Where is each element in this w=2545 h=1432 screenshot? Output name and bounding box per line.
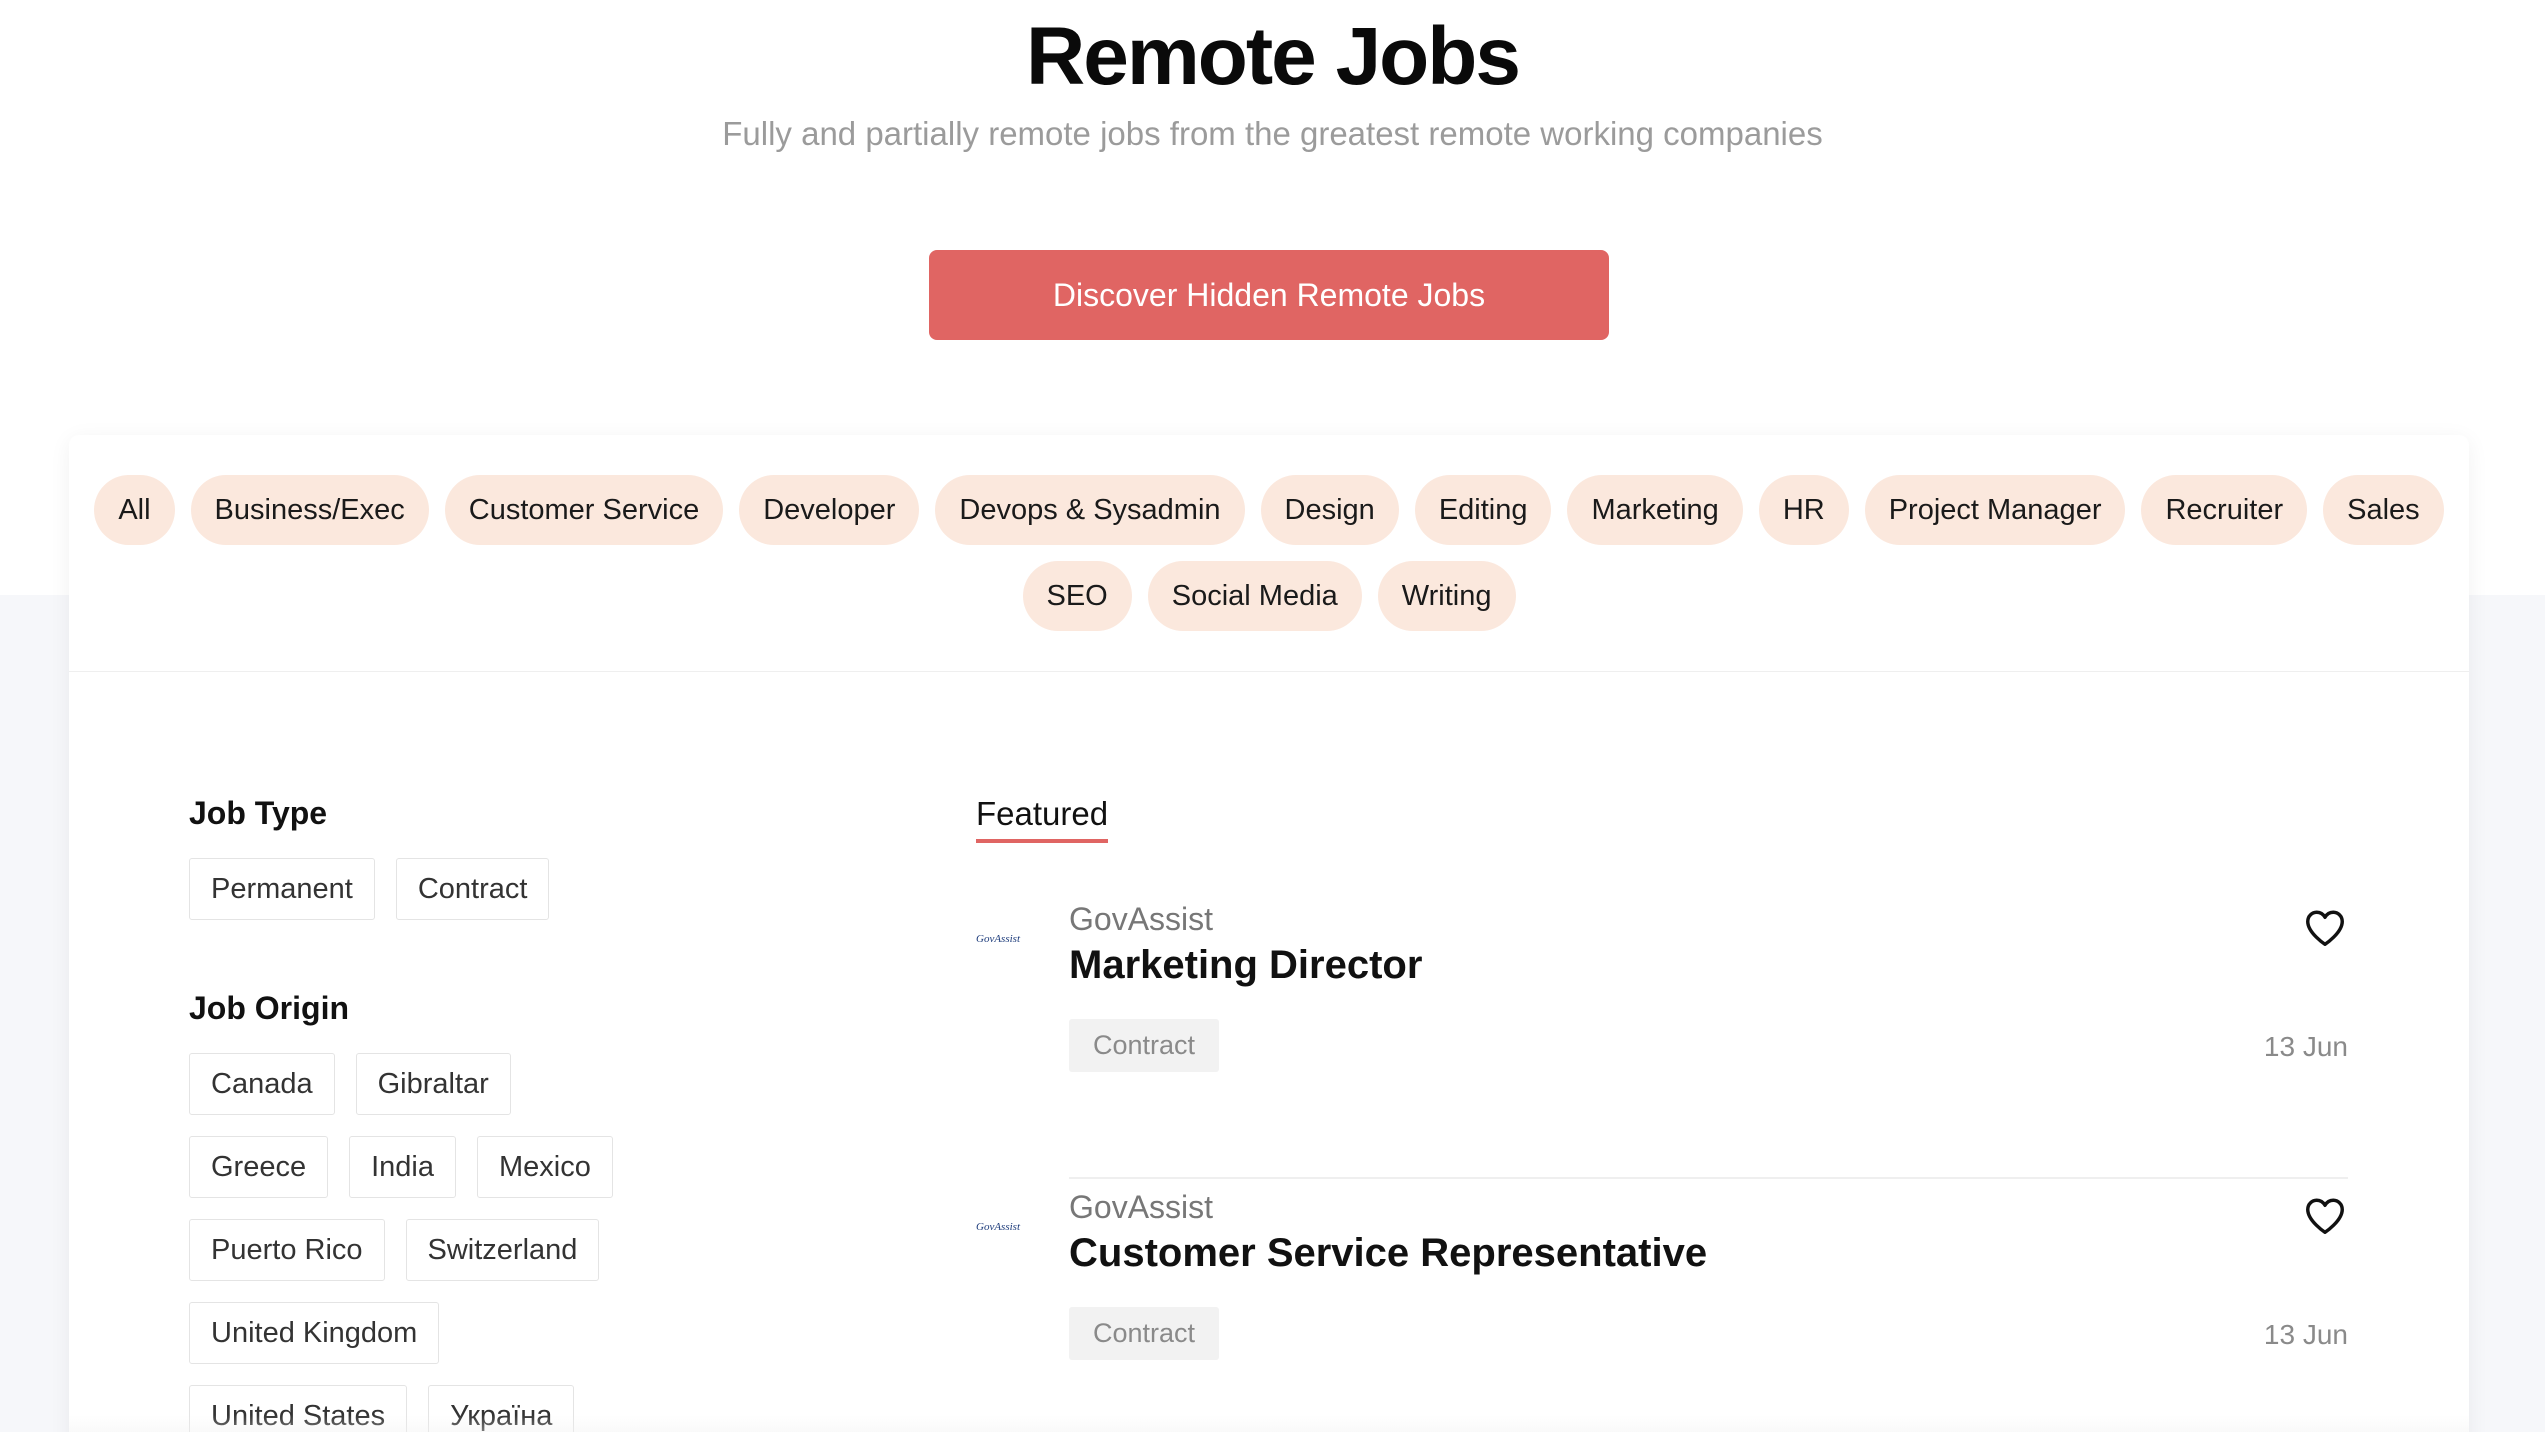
category-developer[interactable]: Developer xyxy=(739,475,920,545)
company-logo: GovAssist xyxy=(976,933,1020,945)
heart-outline-icon[interactable] xyxy=(2302,1193,2348,1239)
job-listing[interactable]: GovAssist GovAssist Marketing Director Cont… xyxy=(976,891,2348,1179)
company-logo: GovAssist xyxy=(976,1221,1020,1233)
job-origin-chip-india[interactable]: India xyxy=(349,1136,456,1198)
job-type-badge: Contract xyxy=(1069,1307,1220,1360)
category-devops-and-sysadmin[interactable]: Devops & Sysadmin xyxy=(935,475,1245,545)
job-origin-chip-puerto-rico[interactable]: Puerto Rico xyxy=(189,1219,385,1281)
job-origin-chip-united-kingdom[interactable]: United Kingdom xyxy=(189,1302,440,1364)
tab-featured[interactable]: Featured xyxy=(976,795,1109,843)
job-listing[interactable]: GovAssist GovAssist Customer Service Repre… xyxy=(976,1179,2348,1432)
posted-date: 13 Jun xyxy=(2263,1319,2348,1350)
job-listings: Featured GovAssist GovAssist Marketing Dir… xyxy=(976,795,2348,1432)
job-origin-options: Canada Gibraltar Greece India Mexico Puerto R… xyxy=(189,1053,629,1432)
job-type-chip-contract[interactable]: Contract xyxy=(395,858,550,920)
job-title[interactable]: Marketing Director xyxy=(1069,943,1422,988)
category-editing[interactable]: Editing xyxy=(1414,475,1552,545)
category-project-manager[interactable]: Project Manager xyxy=(1864,475,2126,545)
company-name: GovAssist xyxy=(1069,1189,1214,1225)
divider xyxy=(69,671,2469,672)
category-business-exec[interactable]: Business/Exec xyxy=(190,475,429,545)
job-body: GovAssist Customer Service Representative… xyxy=(1069,1179,2348,1432)
category-sales[interactable]: Sales xyxy=(2323,475,2444,545)
job-origin-chip-україна[interactable]: Україна xyxy=(428,1385,575,1432)
category-seo[interactable]: SEO xyxy=(1022,561,1132,631)
job-origin-chip-canada[interactable]: Canada xyxy=(189,1053,335,1115)
job-type-chip-permanent[interactable]: Permanent xyxy=(189,858,375,920)
job-type-options: Permanent Contract xyxy=(189,858,749,920)
heart-outline-icon[interactable] xyxy=(2302,905,2348,951)
category-marketing[interactable]: Marketing xyxy=(1567,475,1743,545)
job-origin-chip-greece[interactable]: Greece xyxy=(189,1136,329,1198)
job-type-heading: Job Type xyxy=(189,795,328,831)
category-hr[interactable]: HR xyxy=(1758,475,1849,545)
job-type-group: Job Type Permanent Contract xyxy=(189,795,749,920)
page-subtitle: Fully and partially remote jobs from the… xyxy=(722,115,1823,152)
category-social-media[interactable]: Social Media xyxy=(1147,561,1362,631)
job-origin-chip-mexico[interactable]: Mexico xyxy=(477,1136,613,1198)
discover-hidden-jobs-button[interactable]: Discover Hidden Remote Jobs xyxy=(929,250,1609,340)
job-origin-chip-gibraltar[interactable]: Gibraltar xyxy=(355,1053,511,1115)
job-origin-chip-switzerland[interactable]: Switzerland xyxy=(405,1219,600,1281)
page-title: Remote Jobs xyxy=(1026,11,1521,102)
company-name: GovAssist xyxy=(1069,901,1214,937)
job-body: GovAssist Marketing Director Contract 13 Ju… xyxy=(1069,891,2348,1179)
category-all[interactable]: All xyxy=(94,475,175,545)
job-type-badge: Contract xyxy=(1069,1019,1220,1072)
posted-date: 13 Jun xyxy=(2263,1031,2348,1062)
category-design[interactable]: Design xyxy=(1260,475,1399,545)
job-title[interactable]: Customer Service Representative xyxy=(1069,1231,1707,1276)
jobs-card: All Business/Exec Customer Service Develope… xyxy=(69,435,2469,1432)
category-filter-bar: All Business/Exec Customer Service Develope… xyxy=(69,475,2469,631)
category-customer-service[interactable]: Customer Service xyxy=(444,475,724,545)
filters-sidebar: Job Type Permanent Contract Job Origin Ca… xyxy=(189,795,749,1432)
job-origin-heading: Job Origin xyxy=(189,990,349,1026)
category-writing[interactable]: Writing xyxy=(1377,561,1516,631)
job-origin-chip-united-states[interactable]: United States xyxy=(189,1385,408,1432)
category-recruiter[interactable]: Recruiter xyxy=(2141,475,2308,545)
job-origin-group: Job Origin Canada Gibraltar Greece India Mex… xyxy=(189,990,749,1432)
job-list: GovAssist GovAssist Marketing Director Cont… xyxy=(976,891,2348,1432)
